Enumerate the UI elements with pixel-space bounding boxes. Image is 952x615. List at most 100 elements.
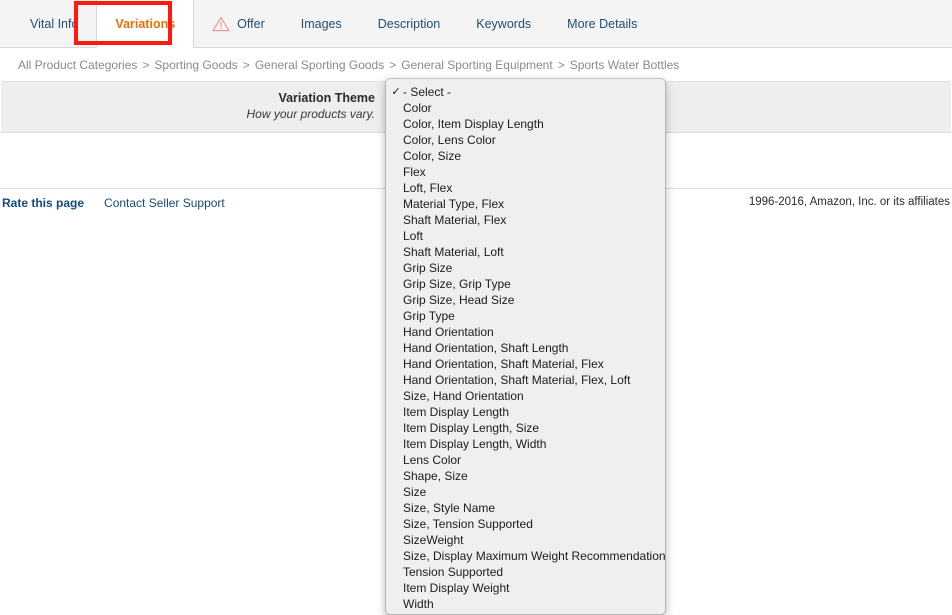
dropdown-option[interactable]: Hand Orientation, Shaft Material, Flex [386,356,665,372]
breadcrumb-item-1[interactable]: Sporting Goods [154,58,237,72]
dropdown-option[interactable]: Size, Hand Orientation [386,388,665,404]
tab-vital-info[interactable]: Vital Info [12,0,96,48]
dropdown-option[interactable]: Grip Size, Grip Type [386,276,665,292]
tab-label: Offer [237,17,265,31]
dropdown-option-label: Hand Orientation [403,325,494,339]
tab-images[interactable]: Images [283,0,360,48]
dropdown-option[interactable]: Loft, Flex [386,180,665,196]
warning-triangle-icon [212,16,230,32]
tab-more-details[interactable]: More Details [549,0,655,48]
dropdown-option[interactable]: Material Type, Flex [386,196,665,212]
dropdown-option[interactable]: Size, Display Maximum Weight Recommendat… [386,548,665,564]
copyright-text: 1996-2016, Amazon, Inc. or its affiliate… [748,196,950,208]
dropdown-option[interactable]: Color, Size [386,148,665,164]
footer-links: Rate this page Contact Seller Support [2,196,225,210]
dropdown-option-label: Grip Size, Grip Type [403,277,511,291]
dropdown-option[interactable]: SizeWeight [386,532,665,548]
field-label: Variation Theme [278,91,375,105]
tab-keywords[interactable]: Keywords [458,0,549,48]
dropdown-option-label: Shape, Size [403,469,468,483]
breadcrumb-item-2[interactable]: General Sporting Goods [255,58,384,72]
breadcrumb-item-4[interactable]: Sports Water Bottles [570,58,680,72]
dropdown-option-label: Color [403,101,432,115]
dropdown-option-label: Item Display Length, Size [403,421,540,435]
field-hint: How your products vary. [246,107,376,121]
tab-label: Vital Info [30,17,79,31]
breadcrumb-item-3[interactable]: General Sporting Equipment [401,58,552,72]
dropdown-option-label: Size [403,485,427,499]
dropdown-option-label: Tension Supported [403,565,504,579]
tab-bar: Vital Info Variations Offer Images Descr… [0,0,952,48]
dropdown-option[interactable]: Grip Size, Head Size [386,292,665,308]
dropdown-option-label: Width [403,597,434,611]
dropdown-option[interactable]: Size, Tension Supported [386,516,665,532]
dropdown-option-label: - Select - [403,85,452,99]
dropdown-option[interactable]: Flex [386,164,665,180]
dropdown-option-label: Size, Hand Orientation [403,389,524,403]
dropdown-option-label: Grip Type [403,309,455,323]
breadcrumb-separator: > [389,58,397,72]
tab-label: Description [377,17,441,31]
dropdown-option[interactable]: Color [386,100,665,116]
dropdown-option-label: Shaft Material, Flex [403,213,507,227]
dropdown-option-label: Loft [403,229,424,243]
dropdown-option[interactable]: Size, Style Name [386,500,665,516]
tab-label: Keywords [476,17,532,31]
dropdown-option[interactable]: Loft [386,228,665,244]
dropdown-option-label: Hand Orientation, Shaft Material, Flex [403,357,604,371]
dropdown-option-label: Item Display Length [403,405,510,419]
tab-label: Variations [115,16,176,31]
tab-list: Vital Info Variations Offer Images Descr… [0,0,952,48]
tab-label: Images [300,17,342,31]
breadcrumb-separator: > [557,58,565,72]
dropdown-option[interactable]: Item Display Length [386,404,665,420]
dropdown-option[interactable]: Grip Size [386,260,665,276]
dropdown-option[interactable]: Size [386,484,665,500]
dropdown-option[interactable]: Width [386,596,665,612]
dropdown-option[interactable]: Shape, Size [386,468,665,484]
rate-this-page-link[interactable]: Rate this page [2,196,84,210]
dropdown-option-label: Color, Lens Color [403,133,496,147]
variation-theme-label-block: Variation Theme How your products vary. [1,91,383,122]
dropdown-option[interactable]: Item Display Weight [386,580,665,596]
dropdown-option[interactable]: Item Display Length, Size [386,420,665,436]
dropdown-option[interactable]: Tension Supported [386,564,665,580]
breadcrumb-separator: > [142,58,150,72]
dropdown-option[interactable]: Item Display Length, Width [386,436,665,452]
breadcrumb: All Product Categories > Sporting Goods … [0,49,952,81]
tab-variations[interactable]: Variations [96,0,195,48]
dropdown-option-label: Color, Item Display Length [403,117,544,131]
dropdown-option[interactable]: Grip Type [386,308,665,324]
dropdown-option[interactable]: ✓ - Select - [386,84,665,100]
dropdown-option-label: Hand Orientation, Shaft Length [403,341,569,355]
dropdown-option[interactable]: Color, Item Display Length [386,116,665,132]
dropdown-option-label: Size, Style Name [403,501,496,515]
tab-description[interactable]: Description [360,0,459,48]
dropdown-option-label: Lens Color [403,453,462,467]
dropdown-option-label: SizeWeight [403,533,464,547]
dropdown-option-label: Size, Tension Supported [403,517,533,531]
dropdown-option-label: Item Display Length, Width [403,437,547,451]
dropdown-option[interactable]: Hand Orientation [386,324,665,340]
dropdown-option[interactable]: Shaft Material, Loft [386,244,665,260]
dropdown-option-label: Material Type, Flex [403,197,505,211]
breadcrumb-separator: > [242,58,250,72]
dropdown-option-label: Item Display Weight [403,581,510,595]
dropdown-option-label: Flex [403,165,426,179]
dropdown-option[interactable]: Hand Orientation, Shaft Material, Flex, … [386,372,665,388]
dropdown-option[interactable]: Shaft Material, Flex [386,212,665,228]
dropdown-option[interactable]: Lens Color [386,452,665,468]
dropdown-option-label: Hand Orientation, Shaft Material, Flex, … [403,373,631,387]
tab-offer[interactable]: Offer [194,0,283,48]
contact-seller-support-link[interactable]: Contact Seller Support [104,196,225,210]
variation-theme-dropdown-menu[interactable]: ✓ - Select - Color Color, Item Display Leng… [385,78,666,615]
dropdown-option-label: Color, Size [403,149,462,163]
dropdown-option[interactable]: Hand Orientation, Shaft Length [386,340,665,356]
dropdown-option-label: Size, Display Maximum Weight Recommendat… [403,549,666,563]
check-icon: ✓ [391,86,401,98]
breadcrumb-item-0[interactable]: All Product Categories [18,58,137,72]
dropdown-option-label: Shaft Material, Loft [403,245,504,259]
dropdown-option[interactable]: Color, Lens Color [386,132,665,148]
dropdown-option-label: Loft, Flex [403,181,453,195]
tab-label: More Details [567,17,638,31]
